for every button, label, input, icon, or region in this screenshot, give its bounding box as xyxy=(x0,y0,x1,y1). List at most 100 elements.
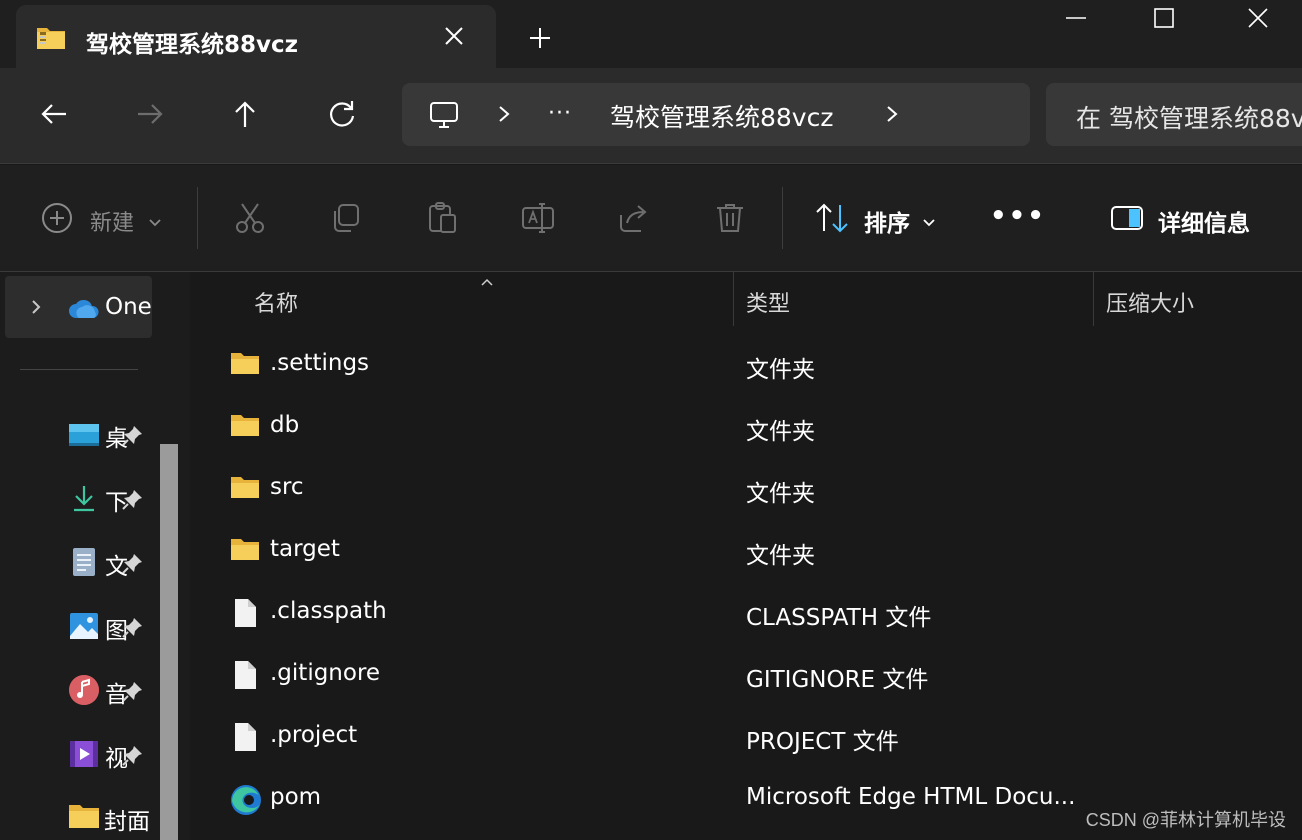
cut-icon[interactable] xyxy=(233,201,267,239)
details-button[interactable]: 详细信息 xyxy=(1158,204,1250,238)
folder-icon xyxy=(230,412,260,442)
chevron-down-icon[interactable] xyxy=(922,213,936,232)
file-type: 文件夹 xyxy=(746,357,815,383)
file-row[interactable]: .settings 文件夹 xyxy=(190,334,1302,396)
file-type: CLASSPATH 文件 xyxy=(746,605,932,631)
title-bar: 驾校管理系统88vcz xyxy=(0,0,1302,70)
video-icon xyxy=(68,738,100,770)
sidebar-item-videos[interactable]: 视频 xyxy=(66,734,156,774)
sort-ascending-icon xyxy=(480,272,494,291)
this-pc-icon[interactable] xyxy=(428,99,460,135)
watermark: CSDN @菲林计算机毕设 xyxy=(1085,810,1286,830)
tab-title: 驾校管理系统88vcz xyxy=(86,32,299,58)
close-tab-icon[interactable] xyxy=(440,22,468,50)
pictures-icon xyxy=(68,610,100,642)
pin-icon[interactable] xyxy=(122,424,144,450)
toolbar-divider xyxy=(782,187,783,249)
file-type: 文件夹 xyxy=(746,419,815,445)
command-bar: 新建 排序 ••• 详细信息 xyxy=(0,165,1302,272)
pin-icon[interactable] xyxy=(122,680,144,706)
sidebar-item-cover[interactable]: 封面 xyxy=(66,796,166,836)
sidebar-item-desktop[interactable]: 桌面 xyxy=(66,414,156,454)
file-row[interactable]: .gitignore GITIGNORE 文件 xyxy=(190,644,1302,706)
new-plus-icon[interactable] xyxy=(40,201,74,239)
close-window-button[interactable] xyxy=(1210,0,1302,40)
edge-icon xyxy=(230,784,261,815)
file-name: .project xyxy=(270,722,358,748)
column-header-compressed-size[interactable]: 压缩大小 xyxy=(1106,286,1194,318)
file-type: Microsoft Edge HTML Docu... xyxy=(746,784,1076,810)
file-type: 文件夹 xyxy=(746,481,815,507)
file-icon xyxy=(230,660,260,690)
file-row[interactable]: target 文件夹 xyxy=(190,520,1302,582)
details-pane-icon[interactable] xyxy=(1110,201,1144,239)
pin-icon[interactable] xyxy=(122,744,144,770)
file-name: target xyxy=(270,536,340,562)
file-row[interactable]: .classpath CLASSPATH 文件 xyxy=(190,582,1302,644)
sidebar-item-onedrive[interactable]: OneDrive xyxy=(5,276,152,338)
desktop-icon xyxy=(68,418,100,450)
search-placeholder: 在 驾校管理系统88vcz 中搜索 xyxy=(1076,104,1302,133)
file-icon xyxy=(230,722,260,752)
refresh-icon[interactable] xyxy=(324,96,360,132)
file-type: 文件夹 xyxy=(746,543,815,569)
sort-icon[interactable] xyxy=(814,201,850,239)
new-button[interactable]: 新建 xyxy=(90,205,134,237)
breadcrumb-overflow[interactable]: ··· xyxy=(548,101,572,126)
sidebar-item-pictures[interactable]: 图片 xyxy=(66,606,156,646)
sidebar-item-music[interactable]: 音乐 xyxy=(66,670,156,710)
chevron-right-icon[interactable] xyxy=(494,103,514,129)
up-arrow-icon[interactable] xyxy=(227,96,263,132)
column-header-name[interactable]: 名称 xyxy=(254,286,298,318)
new-tab-button[interactable] xyxy=(524,22,556,54)
document-icon xyxy=(68,546,100,578)
navigation-pane: OneDrive 桌面 下载 文档 图片 xyxy=(0,272,190,840)
music-icon xyxy=(68,674,100,706)
breadcrumb-current[interactable]: 驾校管理系统88vcz xyxy=(610,98,833,134)
sidebar-item-label: OneDrive xyxy=(105,294,152,320)
file-name: db xyxy=(270,412,300,438)
more-options-button[interactable]: ••• xyxy=(990,201,1046,231)
folder-icon xyxy=(230,474,260,504)
search-input[interactable]: 在 驾校管理系统88vcz 中搜索 xyxy=(1046,83,1302,146)
delete-icon[interactable] xyxy=(713,201,747,239)
column-divider[interactable] xyxy=(1093,272,1094,326)
sort-button[interactable]: 排序 xyxy=(864,204,910,238)
forward-arrow-icon[interactable] xyxy=(132,96,168,132)
chevron-right-icon[interactable] xyxy=(29,298,43,320)
sidebar-item-documents[interactable]: 文档 xyxy=(66,542,156,582)
file-name: pom xyxy=(270,784,322,810)
paste-icon[interactable] xyxy=(425,201,459,239)
column-divider[interactable] xyxy=(733,272,734,326)
back-arrow-icon[interactable] xyxy=(36,96,72,132)
rename-icon[interactable] xyxy=(521,201,555,239)
zip-folder-icon xyxy=(36,24,66,50)
file-type: PROJECT 文件 xyxy=(746,729,899,755)
sidebar-item-label: 封面 xyxy=(104,809,150,835)
folder-icon xyxy=(68,802,100,834)
tab-current[interactable]: 驾校管理系统88vcz xyxy=(16,5,496,70)
download-icon xyxy=(68,482,100,514)
file-name: .gitignore xyxy=(270,660,381,686)
address-bar[interactable]: ··· 驾校管理系统88vcz xyxy=(402,83,1030,146)
file-icon xyxy=(230,598,260,628)
pin-icon[interactable] xyxy=(122,552,144,578)
chevron-down-icon[interactable] xyxy=(148,213,162,232)
sidebar-item-downloads[interactable]: 下载 xyxy=(66,478,156,518)
chevron-right-icon[interactable] xyxy=(882,103,902,129)
navigation-bar: ··· 驾校管理系统88vcz 在 驾校管理系统88vcz 中搜索 xyxy=(0,68,1302,164)
column-header-type[interactable]: 类型 xyxy=(746,286,790,318)
file-row[interactable]: db 文件夹 xyxy=(190,396,1302,458)
share-icon[interactable] xyxy=(617,201,651,239)
toolbar-divider xyxy=(197,187,198,249)
minimize-button[interactable] xyxy=(1028,0,1124,40)
pin-icon[interactable] xyxy=(122,488,144,514)
file-type: GITIGNORE 文件 xyxy=(746,667,929,693)
copy-icon[interactable] xyxy=(329,201,363,239)
maximize-button[interactable] xyxy=(1116,0,1212,40)
file-row[interactable]: src 文件夹 xyxy=(190,458,1302,520)
pin-icon[interactable] xyxy=(122,616,144,642)
sidebar-divider xyxy=(20,369,138,370)
file-row[interactable]: .project PROJECT 文件 xyxy=(190,706,1302,768)
sidebar-scrollbar[interactable] xyxy=(160,444,178,840)
